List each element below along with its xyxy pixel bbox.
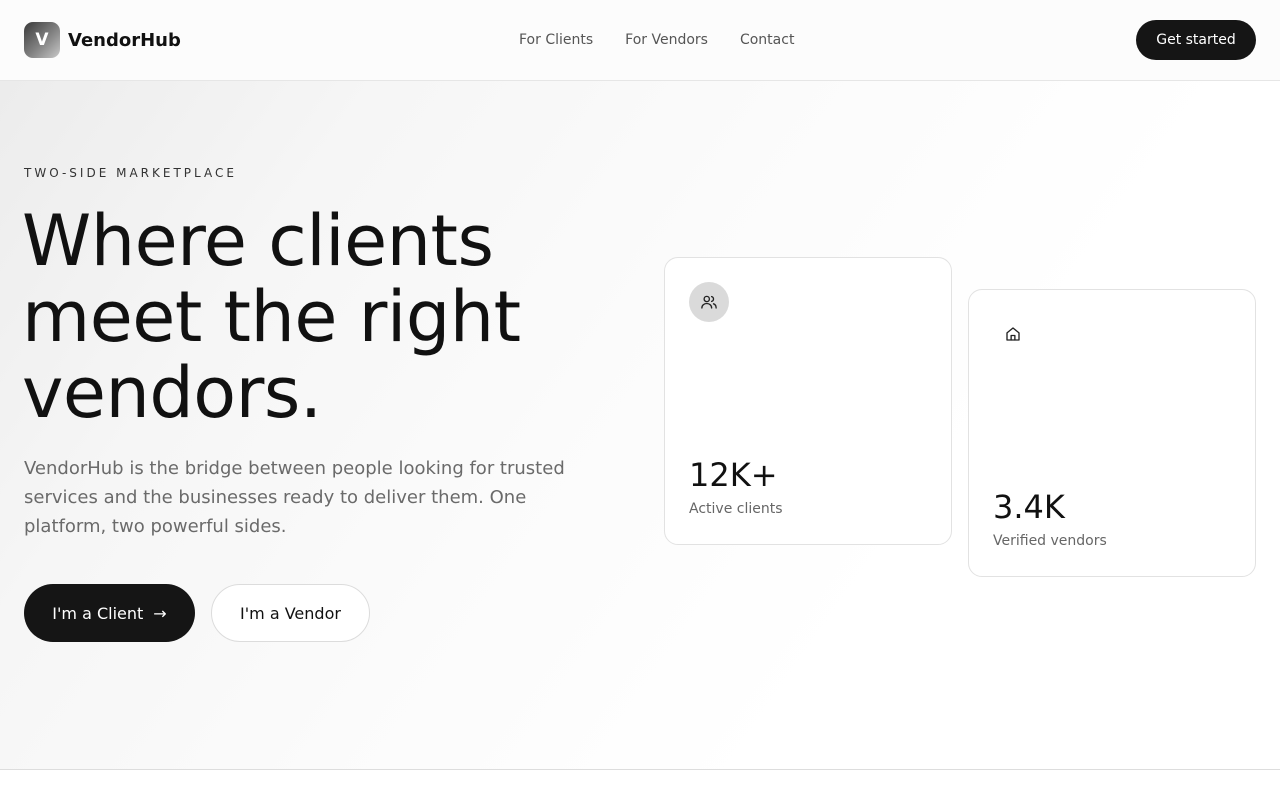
nav-link-for-clients[interactable]: For Clients — [519, 32, 593, 48]
stat-label-clients: Active clients — [689, 501, 783, 517]
headline-line-2: meet the right — [22, 276, 521, 358]
logo-icon: V — [24, 22, 60, 58]
hero-subtitle: VendorHub is the bridge between people l… — [24, 458, 565, 537]
stat-value-clients: 12K+ — [689, 456, 778, 494]
brand-link[interactable]: V VendorHub — [24, 22, 181, 58]
hero-headline: Where clients meet the right vendors. — [22, 203, 642, 431]
hero-section: TWO-SIDE MARKETPLACE Where clients meet … — [0, 81, 1280, 770]
headline-line-1: Where clients — [22, 200, 494, 282]
im-a-vendor-button[interactable]: I'm a Vendor — [211, 584, 370, 642]
stat-value-vendors: 3.4K — [993, 488, 1065, 526]
client-button-label: I'm a Client — [52, 603, 144, 623]
page: V VendorHub For Clients For Vendors Cont… — [0, 0, 1280, 800]
stat-card-vendors: 3.4K Verified vendors — [968, 289, 1256, 577]
stat-label-vendors: Verified vendors — [993, 533, 1107, 549]
brand-name: VendorHub — [68, 29, 181, 51]
users-icon — [689, 282, 729, 322]
hero-eyebrow: TWO-SIDE MARKETPLACE — [24, 166, 237, 180]
arrow-right-icon: → — [153, 603, 167, 623]
nav-link-contact[interactable]: Contact — [740, 32, 794, 48]
stat-card-clients: 12K+ Active clients — [664, 257, 952, 545]
main-nav: For Clients For Vendors Contact — [519, 0, 794, 80]
headline-line-3: vendors. — [22, 352, 322, 434]
get-started-button[interactable]: Get started — [1136, 20, 1256, 60]
im-a-client-button[interactable]: I'm a Client → — [24, 584, 195, 642]
store-icon — [993, 314, 1033, 354]
top-nav-bar: V VendorHub For Clients For Vendors Cont… — [0, 0, 1280, 81]
nav-link-for-vendors[interactable]: For Vendors — [625, 32, 708, 48]
